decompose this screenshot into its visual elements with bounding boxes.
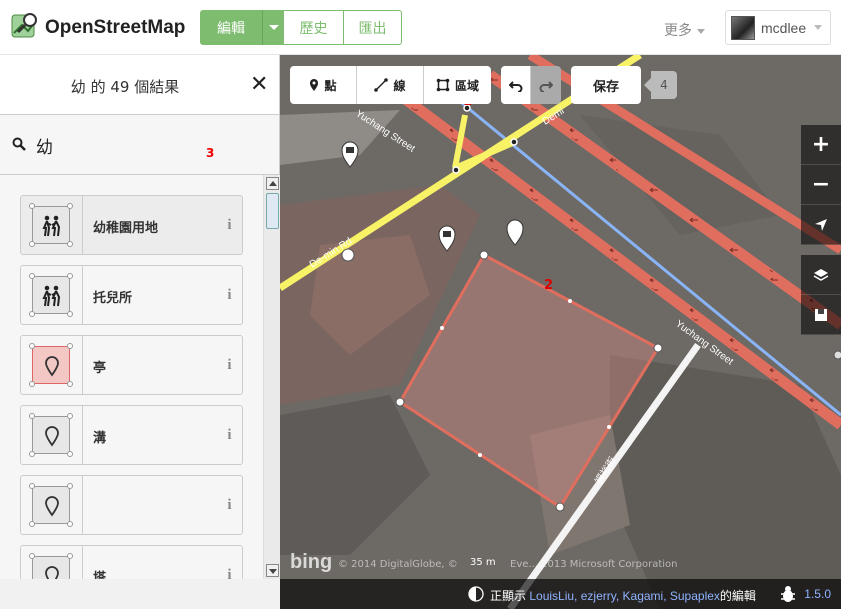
version-link[interactable]: 1.5.0	[804, 587, 831, 601]
list-item[interactable]: i	[20, 475, 243, 535]
edit-toolbar: 點 線 區域 保存	[280, 66, 700, 104]
area-icon	[436, 78, 450, 92]
preset-list: 幼稚園用地 i 托兒所 i 亭 i 溝 i i i	[0, 175, 263, 589]
zoom-in-button[interactable]: +	[801, 125, 841, 165]
edit-dropdown-button[interactable]	[262, 10, 284, 45]
minus-icon: −	[811, 172, 831, 197]
contributors-suffix: 的編輯	[719, 589, 756, 603]
save-count-badge: 4	[644, 71, 677, 99]
children-icon	[42, 215, 61, 237]
contributors-prefix: 正顯示	[490, 589, 527, 603]
undo-button[interactable]	[501, 66, 531, 104]
map-canvas[interactable]: Yuchang Street Yuchang Street De-min Rd.…	[280, 55, 841, 609]
undo-icon	[508, 81, 522, 92]
results-title: 幼 的 49 個結果	[70, 78, 180, 96]
add-point-button[interactable]: 點	[290, 66, 357, 104]
children-icon	[42, 285, 61, 307]
sidebar-footer	[0, 579, 280, 609]
history-button[interactable]: 歷史	[284, 10, 344, 45]
save-button[interactable]: 保存	[571, 66, 641, 104]
contributors-icon	[468, 586, 484, 602]
list-item[interactable]: 幼稚園用地 i	[20, 195, 243, 255]
marker-icon	[45, 496, 59, 517]
imagery-attribution: bing © 2014 DigitalGlobe, © 35 m Eve... …	[280, 549, 841, 579]
contributors-text: 正顯示 LouisLiu, ezjerry, Kagami, Supaplex的…	[490, 587, 756, 604]
map-imagery: Yuchang Street Yuchang Street De-min Rd.…	[280, 55, 841, 609]
redo-icon	[539, 81, 553, 92]
top-bar: OpenStreetMap 編輯 歷史 匯出 更多 mcdlee	[0, 0, 841, 55]
search-bar: 3	[0, 115, 279, 175]
brand-name[interactable]: OpenStreetMap	[45, 17, 185, 39]
bug-report-icon[interactable]	[780, 585, 796, 603]
list-item-label: 幼稚園用地	[93, 221, 159, 236]
search-icon	[12, 137, 26, 151]
info-button[interactable]: i	[217, 476, 242, 534]
scrollbar[interactable]	[263, 175, 280, 579]
bing-logo[interactable]: bing	[290, 551, 332, 574]
map-data-icon	[815, 308, 827, 321]
list-item[interactable]: 托兒所 i	[20, 265, 243, 325]
point-icon	[309, 78, 319, 92]
contributor-links[interactable]: LouisLiu, ezjerry, Kagami, Supaplex	[529, 589, 720, 603]
zoom-out-button[interactable]: −	[801, 165, 841, 205]
export-button[interactable]: 匯出	[344, 10, 402, 45]
info-button[interactable]: i	[217, 406, 242, 464]
list-item-label: 亭	[93, 361, 107, 376]
chevron-down-icon	[814, 25, 823, 30]
map-data-button[interactable]	[801, 295, 841, 335]
more-menu[interactable]: 更多	[664, 20, 705, 40]
location-arrow-icon	[815, 218, 827, 231]
line-icon	[374, 78, 389, 92]
avatar	[731, 15, 755, 40]
layer-controls	[801, 255, 841, 335]
mode-nav: 編輯 歷史 匯出	[200, 10, 402, 45]
marker-icon	[45, 356, 59, 377]
redo-button[interactable]	[531, 66, 561, 104]
add-line-label: 線	[393, 78, 406, 93]
close-button[interactable]: ✕	[250, 72, 268, 97]
copyright-text: © 2014 DigitalGlobe, ©	[338, 559, 458, 570]
list-item[interactable]: 亭 i	[20, 335, 243, 395]
scroll-up-button[interactable]	[266, 177, 279, 190]
sidebar: 幼 的 49 個結果 ✕ 3 幼稚園用地 i	[0, 55, 280, 609]
sidebar-header: 幼 的 49 個結果 ✕	[0, 55, 279, 115]
add-area-button[interactable]: 區域	[424, 66, 491, 104]
annotation-label: 2	[544, 278, 554, 293]
user-menu[interactable]: mcdlee	[725, 10, 831, 45]
geolocate-button[interactable]	[801, 205, 841, 245]
scroll-thumb[interactable]	[266, 193, 279, 229]
list-item-label: 托兒所	[93, 291, 133, 306]
username: mcdlee	[761, 19, 807, 36]
edit-button[interactable]: 編輯	[200, 10, 262, 45]
background-layers-button[interactable]	[801, 255, 841, 295]
annotation-label: 3	[206, 146, 215, 160]
list-item[interactable]: 溝 i	[20, 405, 243, 465]
info-button[interactable]: i	[217, 196, 242, 254]
scale-bar: 35 m	[470, 557, 496, 568]
list-item-label: 溝	[93, 431, 107, 446]
footer: 正顯示 LouisLiu, ezjerry, Kagami, Supaplex的…	[280, 579, 841, 609]
add-area-label: 區域	[454, 78, 479, 93]
openstreetmap-logo[interactable]	[10, 11, 40, 41]
imagery-credit: Eve... 2013 Microsoft Corporation	[510, 559, 678, 570]
add-point-label: 點	[324, 78, 337, 93]
scroll-down-button[interactable]	[266, 564, 279, 577]
zoom-controls: + −	[801, 125, 841, 245]
layers-icon	[813, 268, 829, 281]
add-line-button[interactable]: 線	[357, 66, 424, 104]
info-button[interactable]: i	[217, 336, 242, 394]
info-button[interactable]: i	[217, 266, 242, 324]
plus-icon: +	[811, 132, 831, 157]
marker-icon	[45, 426, 59, 447]
